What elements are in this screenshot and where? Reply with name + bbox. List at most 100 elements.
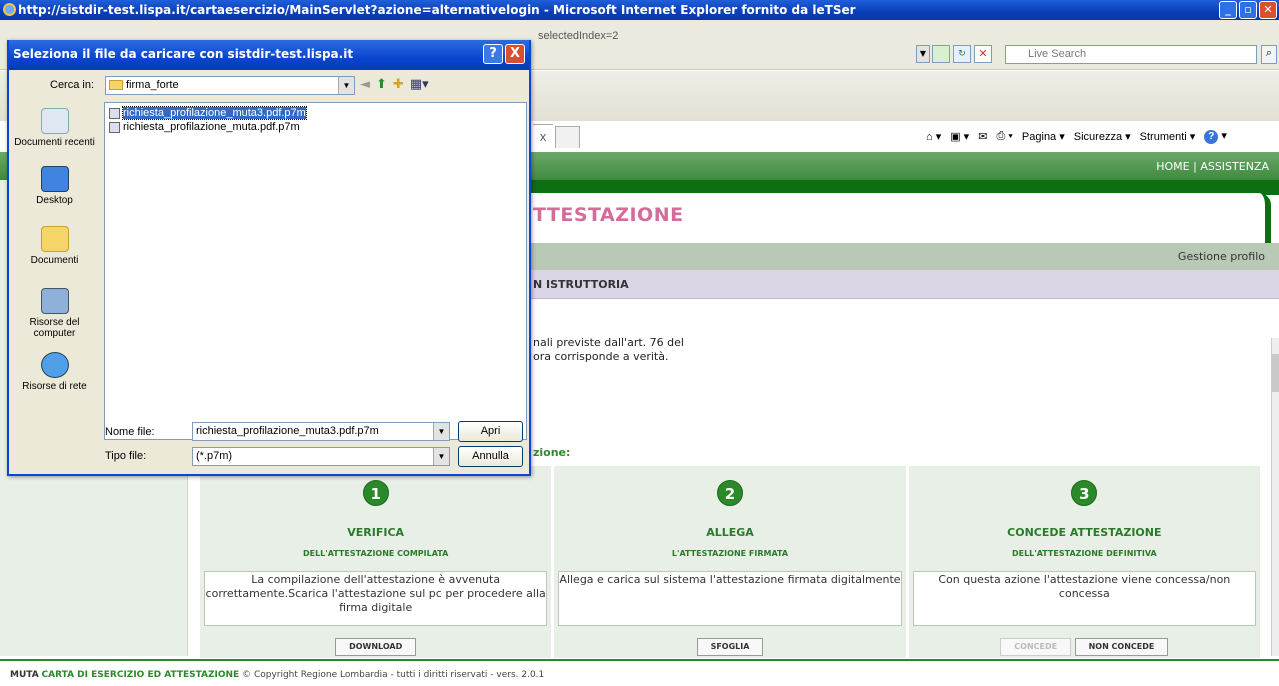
declaration-line-2: ora corrisponde a verità. (533, 350, 669, 363)
step-title: VERIFICA (347, 526, 405, 539)
step-title: ALLEGA (706, 526, 754, 539)
file-name: richiesta_profilazione_muta3.pdf.p7m (122, 106, 307, 120)
declaration-line-1: nali previste dall'art. 76 del (533, 336, 684, 349)
strumenti-label: Strumenti (1139, 130, 1187, 143)
file-icon (109, 108, 120, 119)
nome-file-label: Nome file: (105, 426, 155, 438)
dialog-close-button[interactable]: X (505, 44, 525, 64)
view-menu-icon[interactable]: ▦▾ (410, 77, 429, 92)
address-bar-text[interactable]: selectedIndex=2 (538, 30, 618, 42)
ie-logo-icon (3, 3, 16, 16)
cerca-in-label: Cerca in: (50, 79, 95, 91)
place-documents[interactable]: Documenti (11, 226, 98, 266)
folder-icon (109, 80, 123, 90)
maximize-button[interactable]: ▫ (1239, 1, 1257, 19)
place-network[interactable]: Risorse di rete (11, 352, 98, 392)
step-subtitle: DELL'ATTESTAZIONE DEFINITIVA (1011, 549, 1157, 558)
file-item[interactable]: richiesta_profilazione_muta.pdf.p7m (108, 121, 300, 134)
minimize-button[interactable]: _ (1219, 1, 1237, 19)
print-icon[interactable]: ⎙ ▾ (996, 130, 1012, 143)
file-type-select[interactable]: (*.p7m) ▼ (192, 447, 450, 466)
file-icon (109, 122, 120, 133)
concede-button[interactable]: CONCEDE (1000, 638, 1072, 656)
folder-name: firma_forte (126, 79, 179, 91)
up-folder-icon[interactable]: ⬆ (376, 77, 387, 92)
dialog-title: Seleziona il file da caricare con sistdi… (9, 40, 529, 70)
declaration-text: nali previste dall'art. 76 del ora corri… (533, 336, 684, 364)
step-subtitle: L'ATTESTAZIONE FIRMATA (671, 549, 789, 558)
home-icon[interactable]: ⌂ ▾ (926, 130, 941, 143)
non-concede-button[interactable]: NON CONCEDE (1074, 638, 1169, 656)
pagina-menu[interactable]: Pagina ▾ (1022, 130, 1065, 143)
stop-icon[interactable]: ✕ (974, 45, 992, 63)
step-subtitle: DELL'ATTESTAZIONE COMPILATA (302, 549, 449, 558)
place-computer[interactable]: Risorse del computer (11, 288, 98, 339)
open-button[interactable]: Apri (458, 421, 523, 442)
browser-title-bar: http://sistdir-test.lispa.it/cartaeserci… (0, 0, 1279, 20)
download-button[interactable]: DOWNLOAD (335, 638, 417, 656)
file-item[interactable]: richiesta_profilazione_muta3.pdf.p7m (108, 106, 307, 120)
step-description: La compilazione dell'attestazione è avve… (204, 571, 548, 626)
step-description: Allega e carica sul sistema l'attestazio… (558, 571, 902, 626)
place-label: Documenti (30, 255, 79, 266)
chevron-down-icon[interactable]: ▼ (433, 423, 449, 440)
step-number-icon: 1 (362, 480, 389, 506)
sicurezza-menu[interactable]: Sicurezza ▾ (1074, 130, 1131, 143)
filename-input[interactable]: richiesta_profilazione_muta3.pdf.p7m ▼ (192, 422, 450, 441)
filename-value: richiesta_profilazione_muta3.pdf.p7m (196, 425, 379, 437)
place-label: Desktop (36, 195, 73, 206)
close-window-button[interactable]: ✕ (1259, 1, 1277, 19)
place-recent[interactable]: Documenti recenti (11, 108, 98, 148)
recent-documents-icon (40, 108, 69, 134)
search-icon[interactable]: ⌕ (1261, 45, 1277, 64)
footer-brand: MUTA (10, 670, 39, 680)
search-input[interactable]: Live Search (1005, 45, 1257, 64)
refresh-icon[interactable]: ↻ (953, 45, 971, 63)
network-icon (40, 352, 69, 378)
footer-app-name: CARTA DI ESERCIZIO ED ATTESTAZIONE (41, 670, 240, 680)
back-icon[interactable]: ◄ (360, 77, 370, 92)
dialog-help-button[interactable]: ? (483, 44, 503, 64)
tipo-file-label: Tipo file: (105, 450, 147, 462)
new-folder-icon[interactable]: ✚ (393, 77, 404, 92)
feeds-icon[interactable]: ▣ ▾ (950, 130, 969, 143)
dialog-nav-icons: ◄ ⬆ ✚ ▦▾ (360, 77, 429, 92)
file-upload-dialog: Seleziona il file da caricare con sistdi… (7, 40, 531, 476)
gestione-profilo-link[interactable]: Gestione profilo (1178, 250, 1265, 263)
place-label: Risorse di rete (22, 381, 87, 392)
footer: MUTA CARTA DI ESERCIZIO ED ATTESTAZIONE … (0, 659, 1279, 686)
top-nav-links[interactable]: HOME | ASSISTENZA (1156, 160, 1269, 173)
sicurezza-label: Sicurezza (1073, 130, 1123, 143)
computer-icon (40, 288, 69, 314)
file-list[interactable]: richiesta_profilazione_muta3.pdf.p7m ric… (104, 102, 527, 440)
help-menu[interactable]: ? ▾ (1204, 129, 1227, 144)
documents-folder-icon (40, 226, 69, 252)
step-number-icon: 2 (716, 480, 743, 506)
step-allega: 2 ALLEGA L'ATTESTAZIONE FIRMATA Allega e… (554, 466, 906, 658)
pagina-label: Pagina (1021, 130, 1057, 143)
strumenti-menu[interactable]: Strumenti ▾ (1140, 130, 1196, 143)
steps-heading: zione: (533, 446, 571, 459)
new-tab-button[interactable] (555, 126, 580, 148)
section-title: N ISTRUTTORIA (533, 278, 629, 291)
compatibility-icon[interactable] (932, 45, 950, 63)
step-title: CONCEDE ATTESTAZIONE (1007, 526, 1162, 539)
mail-icon[interactable]: ✉ (978, 130, 987, 143)
step-verifica: 1 VERIFICA DELL'ATTESTAZIONE COMPILATA L… (200, 466, 552, 658)
file-type-value: (*.p7m) (196, 450, 233, 462)
cancel-button[interactable]: Annulla (458, 446, 523, 467)
steps-panel: 1 VERIFICA DELL'ATTESTAZIONE COMPILATA L… (200, 466, 1260, 658)
page-scrollbar[interactable] (1271, 338, 1279, 656)
place-desktop[interactable]: Desktop (11, 166, 98, 206)
folder-select[interactable]: firma_forte ▼ (105, 76, 355, 95)
page-title: TTESTAZIONE (533, 204, 684, 226)
chevron-down-icon[interactable]: ▼ (338, 77, 354, 94)
help-icon: ? (1204, 129, 1219, 144)
step-concede: 3 CONCEDE ATTESTAZIONE DELL'ATTESTAZIONE… (908, 466, 1260, 658)
scrollbar-thumb[interactable] (1272, 354, 1279, 392)
chevron-down-icon[interactable]: ▼ (433, 448, 449, 465)
sfoglia-button[interactable]: SFOGLIA (696, 638, 764, 656)
address-dropdown-icon[interactable]: ▼ (916, 45, 930, 63)
tab-close-icon[interactable]: x (533, 124, 553, 149)
browser-title: http://sistdir-test.lispa.it/cartaeserci… (18, 3, 856, 17)
